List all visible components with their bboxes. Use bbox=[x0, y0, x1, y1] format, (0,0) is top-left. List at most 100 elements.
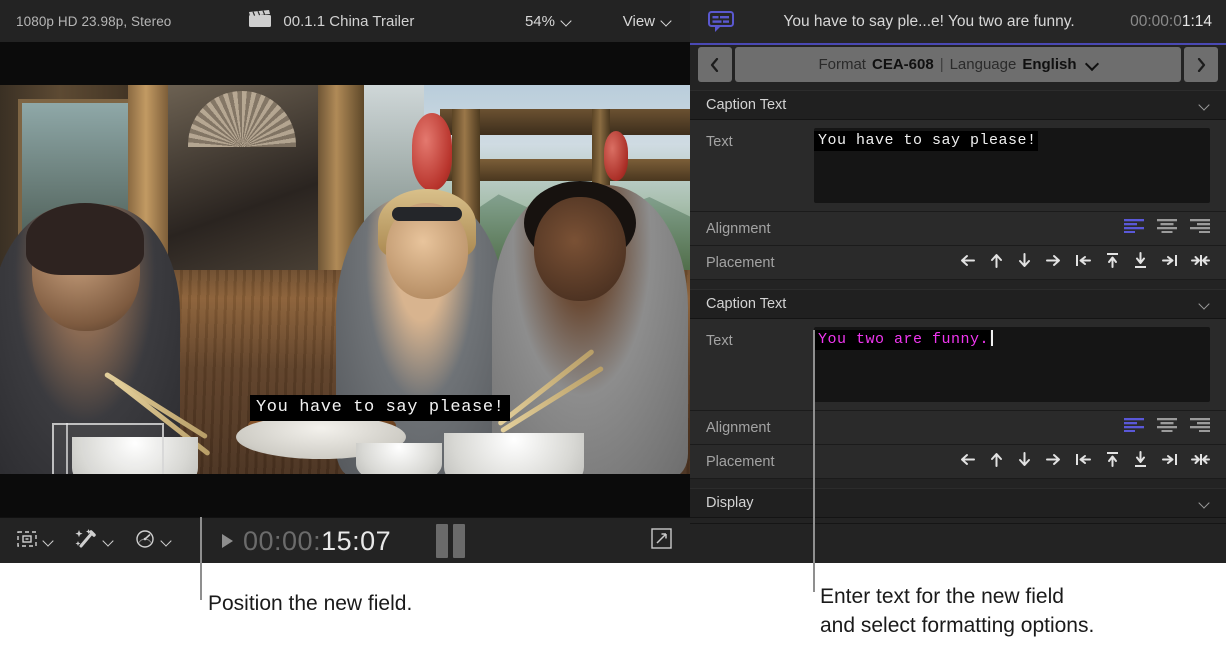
timecode-dim-part: 00:00: bbox=[243, 526, 321, 556]
align-left-icon[interactable] bbox=[1124, 219, 1144, 238]
align-right-icon[interactable] bbox=[1190, 418, 1210, 437]
format-label: Format bbox=[818, 56, 866, 73]
clapperboard-icon bbox=[249, 10, 271, 32]
inspector-footer bbox=[690, 523, 1226, 564]
viewer-top-bar: 1080p HD 23.98p, Stereo 00.1.1 China Tra… bbox=[0, 0, 690, 42]
arrow-right-icon[interactable] bbox=[1045, 253, 1062, 273]
callout-text-2-line-1: Enter text for the new field bbox=[820, 582, 1094, 611]
format-separator: | bbox=[940, 56, 944, 73]
text-field-row-1: Text You have to say please! bbox=[690, 120, 1226, 212]
inspector-header: You have to say ple...e! You two are fun… bbox=[690, 0, 1226, 45]
audio-meters[interactable] bbox=[436, 524, 465, 558]
alignment-row-2: Alignment bbox=[690, 411, 1226, 445]
arrow-right-icon[interactable] bbox=[1045, 452, 1062, 472]
view-menu[interactable]: View bbox=[623, 13, 672, 30]
center-horizontally-icon[interactable] bbox=[1191, 452, 1210, 472]
view-menu-label: View bbox=[623, 13, 655, 30]
expand-arrows-icon[interactable] bbox=[651, 528, 672, 554]
caption-text-section-2: Caption Text Text You two are funny. Ali… bbox=[690, 289, 1226, 479]
chevron-down-icon[interactable] bbox=[1200, 100, 1210, 110]
play-triangle-icon bbox=[222, 534, 233, 548]
caption-text-section-1: Caption Text Text You have to say please… bbox=[690, 90, 1226, 280]
section-title: Caption Text bbox=[706, 296, 786, 312]
format-value: CEA-608 bbox=[872, 56, 934, 73]
transform-icon bbox=[16, 529, 38, 554]
transform-tool-button[interactable] bbox=[16, 529, 54, 554]
alignment-label: Alignment bbox=[706, 420, 814, 436]
chevron-down-icon bbox=[104, 536, 114, 546]
chevron-down-icon bbox=[1087, 59, 1098, 70]
format-navigation-bar: Format CEA-608 | Language English bbox=[690, 45, 1226, 84]
previous-caption-button[interactable] bbox=[698, 47, 732, 82]
move-to-left-edge-icon[interactable] bbox=[1075, 253, 1092, 273]
alignment-label: Alignment bbox=[706, 221, 814, 237]
viewer-timecode[interactable]: 00:00:15:07 bbox=[222, 526, 391, 557]
callout-text-2-line-2: and select formatting options. bbox=[820, 611, 1094, 640]
placement-label: Placement bbox=[706, 454, 814, 470]
display-section: Display bbox=[690, 488, 1226, 518]
inspector-title: You have to say ple...e! You two are fun… bbox=[728, 13, 1130, 31]
alignment-row-1: Alignment bbox=[690, 212, 1226, 246]
section-header-display[interactable]: Display bbox=[690, 488, 1226, 518]
inspector-timecode: 00:00:01:14 bbox=[1130, 13, 1212, 31]
speed-gauge-icon bbox=[134, 529, 156, 554]
arrow-up-icon[interactable] bbox=[989, 252, 1004, 274]
language-value: English bbox=[1022, 56, 1076, 73]
video-caption-1[interactable]: You have to say please! bbox=[250, 395, 510, 421]
move-to-right-edge-icon[interactable] bbox=[1161, 452, 1178, 472]
arrow-left-icon[interactable] bbox=[959, 253, 976, 273]
timecode-bright-part: 15:07 bbox=[321, 526, 391, 556]
inspector-timecode-bright: 1:14 bbox=[1182, 13, 1212, 30]
language-label: Language bbox=[950, 56, 1017, 73]
arrow-down-icon[interactable] bbox=[1017, 451, 1032, 473]
move-to-top-edge-icon[interactable] bbox=[1105, 252, 1120, 274]
section-title: Caption Text bbox=[706, 97, 786, 113]
align-center-icon[interactable] bbox=[1157, 219, 1177, 238]
move-to-top-edge-icon[interactable] bbox=[1105, 451, 1120, 473]
arrow-left-icon[interactable] bbox=[959, 452, 976, 472]
inspector-timecode-dim: 00:00:0 bbox=[1130, 13, 1182, 30]
section-title: Display bbox=[706, 495, 754, 511]
caption-bounding-box-guide bbox=[66, 423, 68, 474]
caption-text-value-1: You have to say please! bbox=[814, 131, 1038, 151]
next-caption-button[interactable] bbox=[1184, 47, 1218, 82]
placement-label: Placement bbox=[706, 255, 814, 271]
caption-text-value-2: You two are funny. bbox=[814, 330, 990, 350]
placement-row-1: Placement bbox=[690, 246, 1226, 280]
placement-row-2: Placement bbox=[690, 445, 1226, 479]
chevron-down-icon bbox=[44, 536, 54, 546]
align-left-icon[interactable] bbox=[1124, 418, 1144, 437]
chevron-down-icon bbox=[662, 16, 672, 26]
project-title: 00.1.1 China Trailer bbox=[283, 13, 414, 30]
video-stage[interactable]: You have to say please! You two are funn… bbox=[0, 42, 690, 517]
callout-leader-line-1 bbox=[200, 517, 202, 600]
arrow-up-icon[interactable] bbox=[989, 451, 1004, 473]
enhancements-tool-button[interactable] bbox=[74, 528, 114, 554]
caption-text-input-2[interactable]: You two are funny. bbox=[814, 327, 1210, 402]
retime-tool-button[interactable] bbox=[134, 529, 172, 554]
move-to-bottom-edge-icon[interactable] bbox=[1133, 252, 1148, 274]
move-to-left-edge-icon[interactable] bbox=[1075, 452, 1092, 472]
format-language-menu[interactable]: Format CEA-608 | Language English bbox=[735, 47, 1181, 82]
chevron-down-icon[interactable] bbox=[1200, 299, 1210, 309]
video-frame[interactable]: You have to say please! You two are funn… bbox=[0, 85, 690, 474]
zoom-level-menu[interactable]: 54% bbox=[525, 13, 572, 30]
chevron-down-icon[interactable] bbox=[1200, 498, 1210, 508]
align-center-icon[interactable] bbox=[1157, 418, 1177, 437]
caption-bounding-box[interactable] bbox=[52, 423, 164, 474]
align-right-icon[interactable] bbox=[1190, 219, 1210, 238]
text-field-label: Text bbox=[706, 327, 814, 402]
caption-text-input-1[interactable]: You have to say please! bbox=[814, 128, 1210, 203]
clip-resolution-label: 1080p HD 23.98p, Stereo bbox=[16, 14, 171, 29]
project-info: 00.1.1 China Trailer bbox=[249, 10, 414, 32]
section-header-caption-text-1[interactable]: Caption Text bbox=[690, 90, 1226, 120]
center-horizontally-icon[interactable] bbox=[1191, 253, 1210, 273]
audio-meter-right bbox=[453, 524, 465, 558]
text-field-label: Text bbox=[706, 128, 814, 203]
viewer-pane: 1080p HD 23.98p, Stereo 00.1.1 China Tra… bbox=[0, 0, 690, 563]
viewer-bottom-bar: 00:00:15:07 bbox=[0, 517, 690, 564]
move-to-bottom-edge-icon[interactable] bbox=[1133, 451, 1148, 473]
section-header-caption-text-2[interactable]: Caption Text bbox=[690, 289, 1226, 319]
arrow-down-icon[interactable] bbox=[1017, 252, 1032, 274]
move-to-right-edge-icon[interactable] bbox=[1161, 253, 1178, 273]
